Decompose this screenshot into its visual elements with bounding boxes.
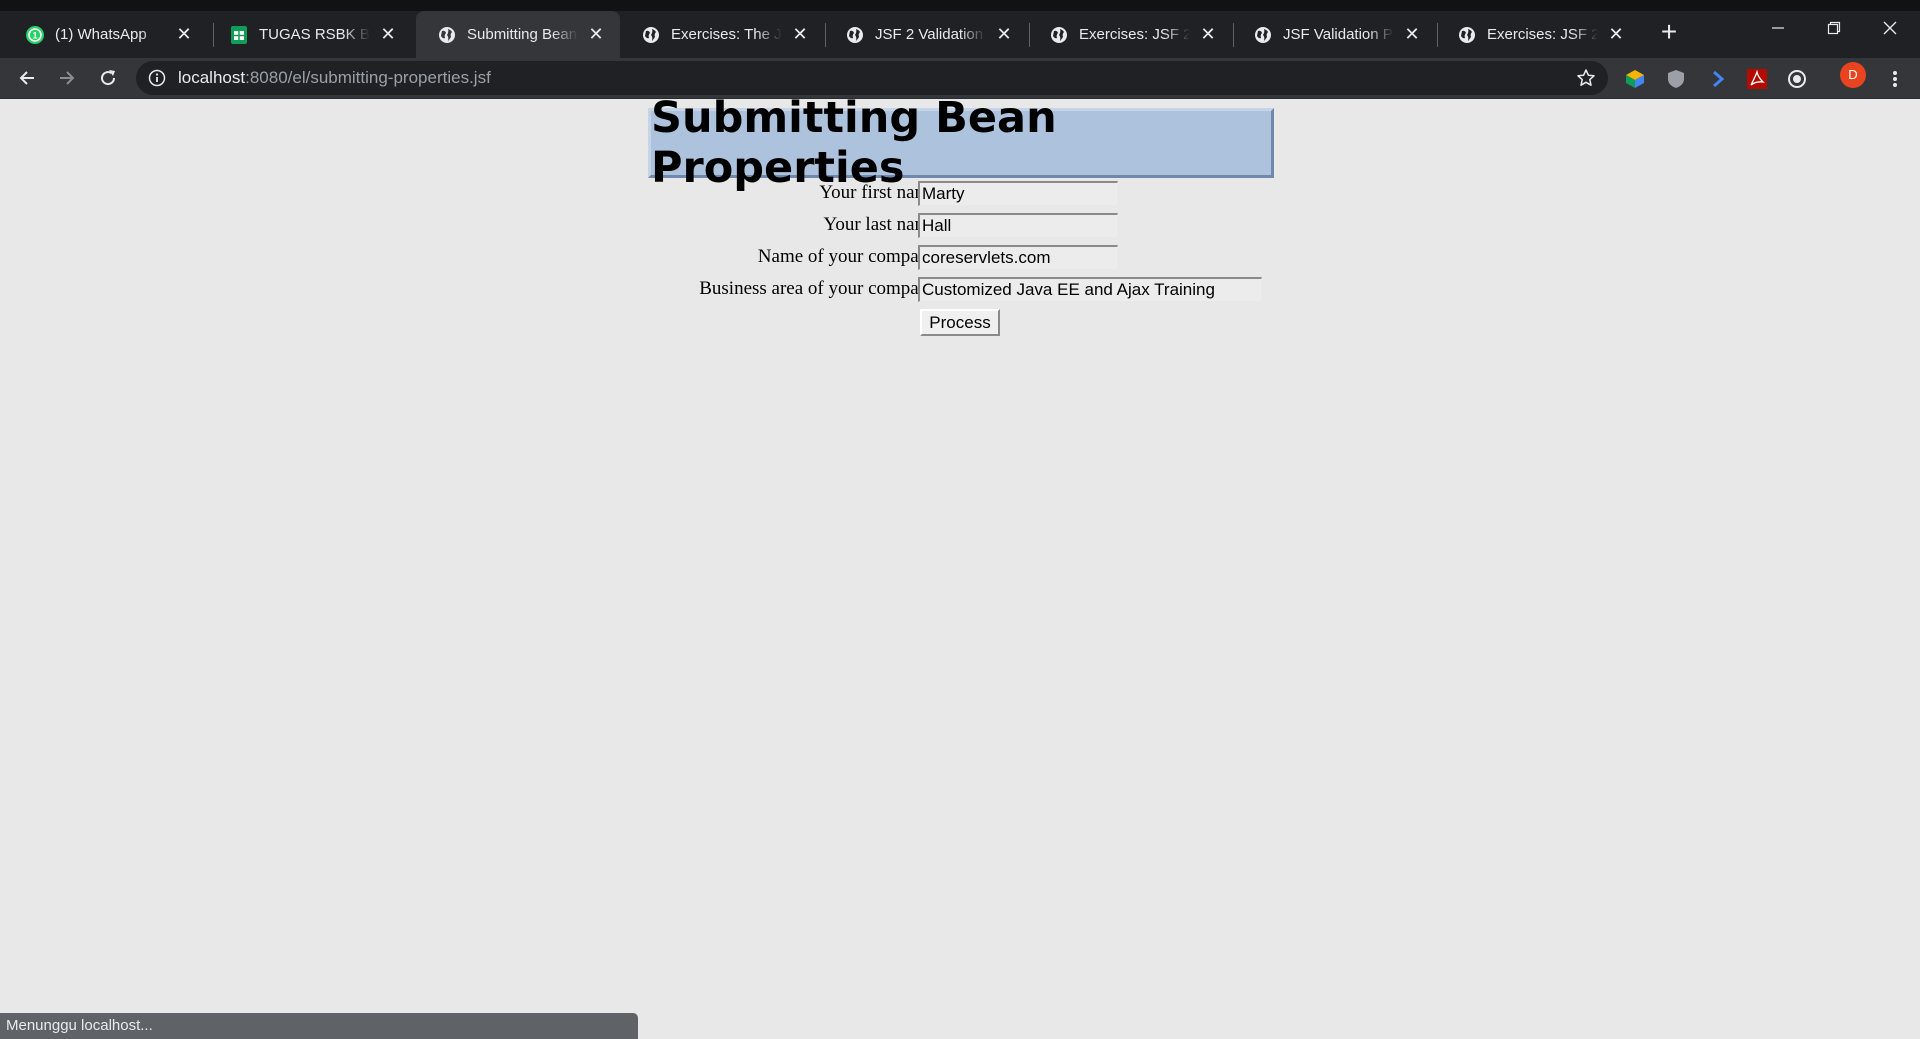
tab-title: Submitting Bean P [467,26,578,43]
url-host: localhost [178,68,246,87]
globe-icon [437,25,457,45]
company-name-input[interactable] [918,245,1118,270]
globe-icon [1049,25,1069,45]
globe-icon [1457,25,1477,45]
info-icon[interactable] [147,68,167,88]
close-tab-icon[interactable]: ✕ [790,24,810,45]
url-path: :8080/el/submitting-properties.jsf [245,68,491,87]
tab-exercises-jsf[interactable]: Exercises: The JSF 2 ✕ [620,11,824,58]
sheets-icon [229,25,249,45]
extension-circle-icon[interactable] [1786,68,1808,90]
pdf-icon[interactable] [1746,68,1768,90]
form-row-first-name: Your first name: [648,179,1278,207]
globe-icon [1253,25,1273,45]
page-title: Submitting Bean Properties [648,93,1274,193]
form-row-last-name: Your last name: [648,211,1278,239]
tab-title: JSF Validation Part [1283,26,1394,43]
minimize-button[interactable] [1750,11,1806,45]
forward-button[interactable] [53,64,81,92]
last-name-input[interactable] [918,213,1118,238]
tab-title: Exercises: The JSF 2 [671,26,782,43]
reload-button[interactable] [94,64,122,92]
address-bar[interactable]: localhost:8080/el/submitting-properties.… [136,61,1608,95]
close-tab-icon[interactable]: ✕ [1606,24,1626,45]
tab-title: JSF 2 Validation Pa [875,26,986,43]
tab-title: Exercises: JSF 2 Val [1487,26,1598,43]
close-tab-icon[interactable]: ✕ [174,24,194,45]
process-button[interactable]: Process [920,309,1000,336]
tab-exercises-jsf2-val[interactable]: Exercises: JSF 2 Val ✕ [1028,11,1232,58]
window-top-edge [0,0,1920,11]
bookmark-star-icon[interactable] [1576,68,1596,88]
tab-whatsapp[interactable]: 1 (1) WhatsApp ✕ [4,11,208,58]
close-tab-icon[interactable]: ✕ [586,24,606,45]
chevron-right-icon[interactable] [1707,68,1729,90]
extension-colorful-icon[interactable] [1624,68,1646,90]
company-name-label: Name of your company: [757,246,943,267]
form-row-company-name: Name of your company: [648,243,1278,271]
tab-exercises-jsf2-val-2[interactable]: Exercises: JSF 2 Val ✕ [1436,11,1640,58]
close-window-button[interactable] [1862,11,1918,45]
business-area-input[interactable] [918,277,1262,302]
forward-arrow-icon [60,71,75,85]
close-tab-icon[interactable]: ✕ [994,24,1014,45]
tab-title: TUGAS RSBK B - G [259,26,370,43]
url-text: localhost:8080/el/submitting-properties.… [178,61,491,95]
profile-avatar[interactable]: D [1840,62,1866,88]
shield-icon[interactable] [1665,68,1687,90]
menu-dots-icon[interactable] [1884,68,1906,90]
tab-title: (1) WhatsApp [55,26,166,43]
back-button[interactable] [13,64,41,92]
svg-text:1: 1 [32,30,37,40]
new-tab-button[interactable]: + [1654,17,1684,47]
close-tab-icon[interactable]: ✕ [1402,24,1422,45]
whatsapp-icon: 1 [25,25,45,45]
back-arrow-icon [19,71,34,85]
tab-submitting-bean-properties[interactable]: Submitting Bean P ✕ [416,11,620,58]
page-content: Submitting Bean Properties Your first na… [0,93,1920,1039]
globe-icon [641,25,661,45]
tab-title: Exercises: JSF 2 Val [1079,26,1190,43]
form-row-business-area: Business area of your company: [648,275,1278,303]
restore-button[interactable] [1806,11,1862,45]
restore-icon [1827,21,1841,35]
business-area-label: Business area of your company: [699,278,943,299]
first-name-input[interactable] [918,181,1118,206]
reload-icon [101,70,116,86]
minimize-icon [1772,27,1784,29]
tab-jsf-validation-part[interactable]: JSF Validation Part ✕ [1232,11,1436,58]
close-icon [1883,21,1897,35]
status-bar: Menunggu localhost... [0,1013,638,1039]
close-tab-icon[interactable]: ✕ [1198,24,1218,45]
tab-jsf2-validation-pa[interactable]: JSF 2 Validation Pa ✕ [824,11,1028,58]
tab-tugas-rsbk[interactable]: TUGAS RSBK B - G ✕ [208,11,412,58]
globe-icon [845,25,865,45]
close-tab-icon[interactable]: ✕ [378,24,398,45]
tab-strip: 1 (1) WhatsApp ✕ TUGAS RSBK B - G ✕ Subm… [0,0,1920,58]
